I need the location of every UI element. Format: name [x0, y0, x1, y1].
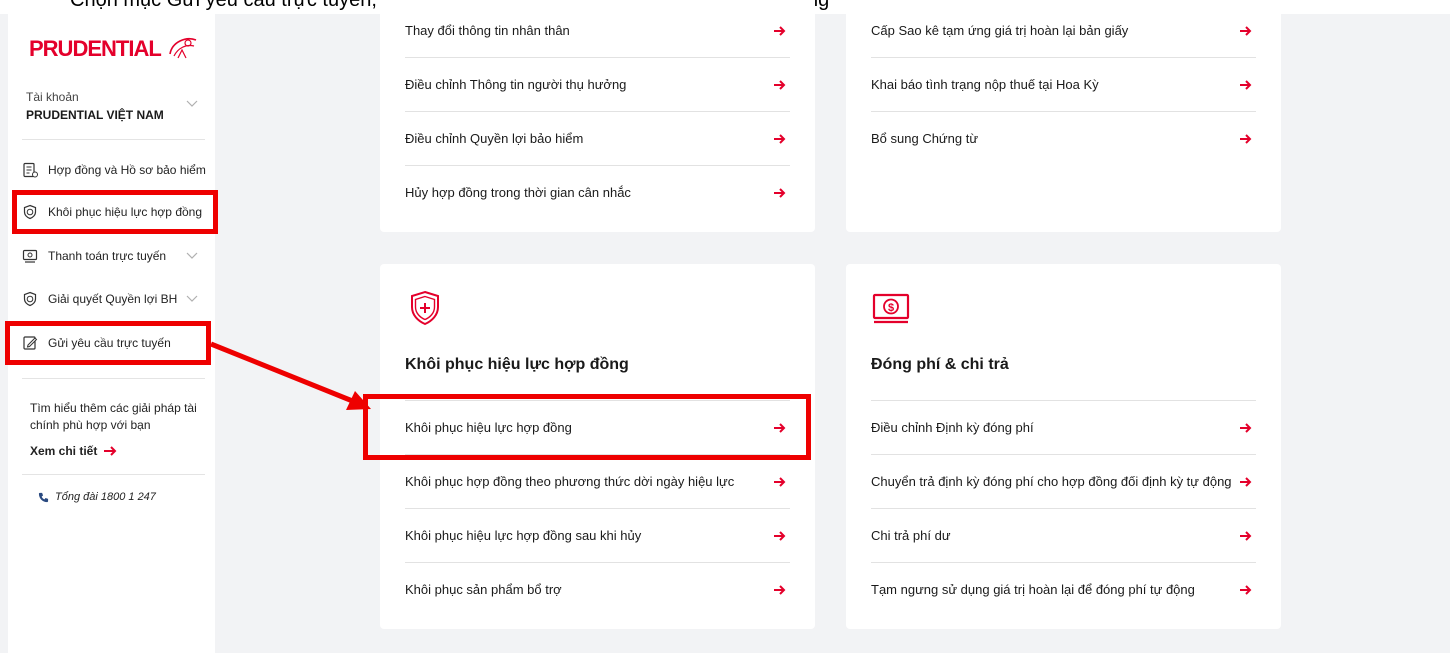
arrow-right-icon — [774, 25, 786, 36]
list-item[interactable]: Khôi phục sản phẩm bổ trợ — [405, 563, 790, 617]
list-item[interactable]: Khai báo tình trạng nộp thuế tại Hoa Kỳ — [871, 58, 1256, 112]
arrow-right-icon — [1240, 134, 1252, 144]
arrow-right-icon — [774, 79, 786, 90]
shield-plus-icon — [411, 290, 439, 326]
card-payment: $ Đóng phí & chi trả Điều chỉnh Định kỳ … — [846, 264, 1281, 629]
arrow-right-icon — [774, 476, 786, 487]
document-icon — [23, 162, 38, 178]
divider — [22, 139, 205, 140]
sidebar-item-label: Thanh toán trực tuyến — [48, 249, 167, 263]
card-documents: Cấp Sao kê tạm ứng giá trị hoàn lại bản … — [846, 0, 1281, 232]
chevron-down-icon[interactable] — [186, 295, 198, 303]
card-title: Khôi phục hiệu lực hợp đồng — [405, 356, 629, 373]
highlight-box-reinstatement — [12, 190, 218, 234]
list-item[interactable]: Khôi phục hiệu lực hợp đồng sau khi hủy — [405, 509, 790, 563]
arrow-right-icon — [1240, 476, 1252, 487]
divider — [22, 474, 205, 475]
promo-text: Tìm hiểu thêm các giải pháp tài chính ph… — [30, 401, 197, 432]
list-item[interactable]: Cấp Sao kê tạm ứng giá trị hoàn lại bản … — [871, 4, 1256, 58]
list-item[interactable]: Chi trả phí dư — [871, 509, 1256, 563]
sidebar-item-label: Giải quyết Quyền lợi BH — [48, 292, 178, 306]
chevron-down-icon[interactable] — [186, 252, 198, 260]
arrow-right-icon — [774, 585, 786, 595]
list-item[interactable]: Bổ sung Chứng từ — [871, 112, 1256, 166]
arrow-right-icon — [1240, 25, 1252, 36]
list-item[interactable]: Tạm ngưng sử dụng giá trị hoàn lại để đó… — [871, 563, 1256, 617]
more-link[interactable]: Xem chi tiết — [30, 444, 117, 458]
account-label: Tài khoản — [26, 90, 79, 104]
list-item[interactable]: Điều chỉnh Thông tin người thụ hưởng — [405, 58, 790, 112]
list-item[interactable]: Hủy hợp đồng trong thời gian cân nhắc — [405, 166, 790, 220]
sidebar-item-online-payment[interactable]: Thanh toán trực tuyến — [20, 240, 210, 272]
card-title: Đóng phí & chi trả — [871, 356, 1009, 373]
divider — [22, 378, 205, 379]
arrow-right-icon — [774, 530, 786, 541]
shield-icon — [23, 291, 37, 307]
highlight-box-reinstatement-row — [363, 394, 811, 460]
list-item[interactable]: Chuyển trả định kỳ đóng phí cho hợp đồng… — [871, 455, 1256, 509]
svg-text:$: $ — [888, 302, 894, 314]
list-item[interactable]: Điều chỉnh Quyền lợi bảo hiểm — [405, 112, 790, 166]
payment-icon — [22, 249, 38, 263]
arrow-right-icon — [774, 188, 786, 198]
chevron-down-icon[interactable] — [186, 100, 198, 108]
arrow-right-icon — [1240, 585, 1252, 595]
phone-icon — [38, 492, 49, 502]
more-link-label: Xem chi tiết — [30, 444, 98, 458]
card-personal-changes: Thay đổi thông tin nhân thân Điều chỉnh … — [380, 0, 815, 232]
arrow-right-icon — [774, 133, 786, 144]
arrow-right-icon — [1240, 530, 1252, 541]
brand-logo[interactable]: PRUDENTIAL — [29, 36, 162, 62]
arrow-right-icon — [1240, 422, 1252, 433]
sidebar-item-claims[interactable]: Giải quyết Quyền lợi BH — [20, 283, 210, 315]
highlight-box-online-request — [5, 321, 211, 365]
account-selector[interactable]: Tài khoản PRUDENTIAL VIỆT NAM — [26, 90, 164, 122]
money-icon: $ — [872, 293, 910, 324]
arrow-right-icon — [1240, 79, 1252, 90]
list-item[interactable]: Điều chỉnh Định kỳ đóng phí — [871, 401, 1256, 455]
arrow-right-icon — [104, 446, 117, 456]
logo-mark-icon — [169, 38, 197, 59]
list-item[interactable]: Khôi phục hợp đồng theo phương thức dời … — [405, 455, 790, 509]
sidebar-item-contracts[interactable]: Hợp đồng và Hồ sơ bảo hiểm — [20, 154, 210, 186]
list-item[interactable]: Thay đổi thông tin nhân thân — [405, 4, 790, 58]
sidebar-item-label: Hợp đồng và Hồ sơ bảo hiểm — [48, 163, 206, 177]
hotline-label: Tổng đài 1800 1 247 — [55, 491, 156, 503]
account-name: PRUDENTIAL VIỆT NAM — [26, 108, 164, 122]
hotline[interactable]: Tổng đài 1800 1 247 — [38, 491, 156, 503]
